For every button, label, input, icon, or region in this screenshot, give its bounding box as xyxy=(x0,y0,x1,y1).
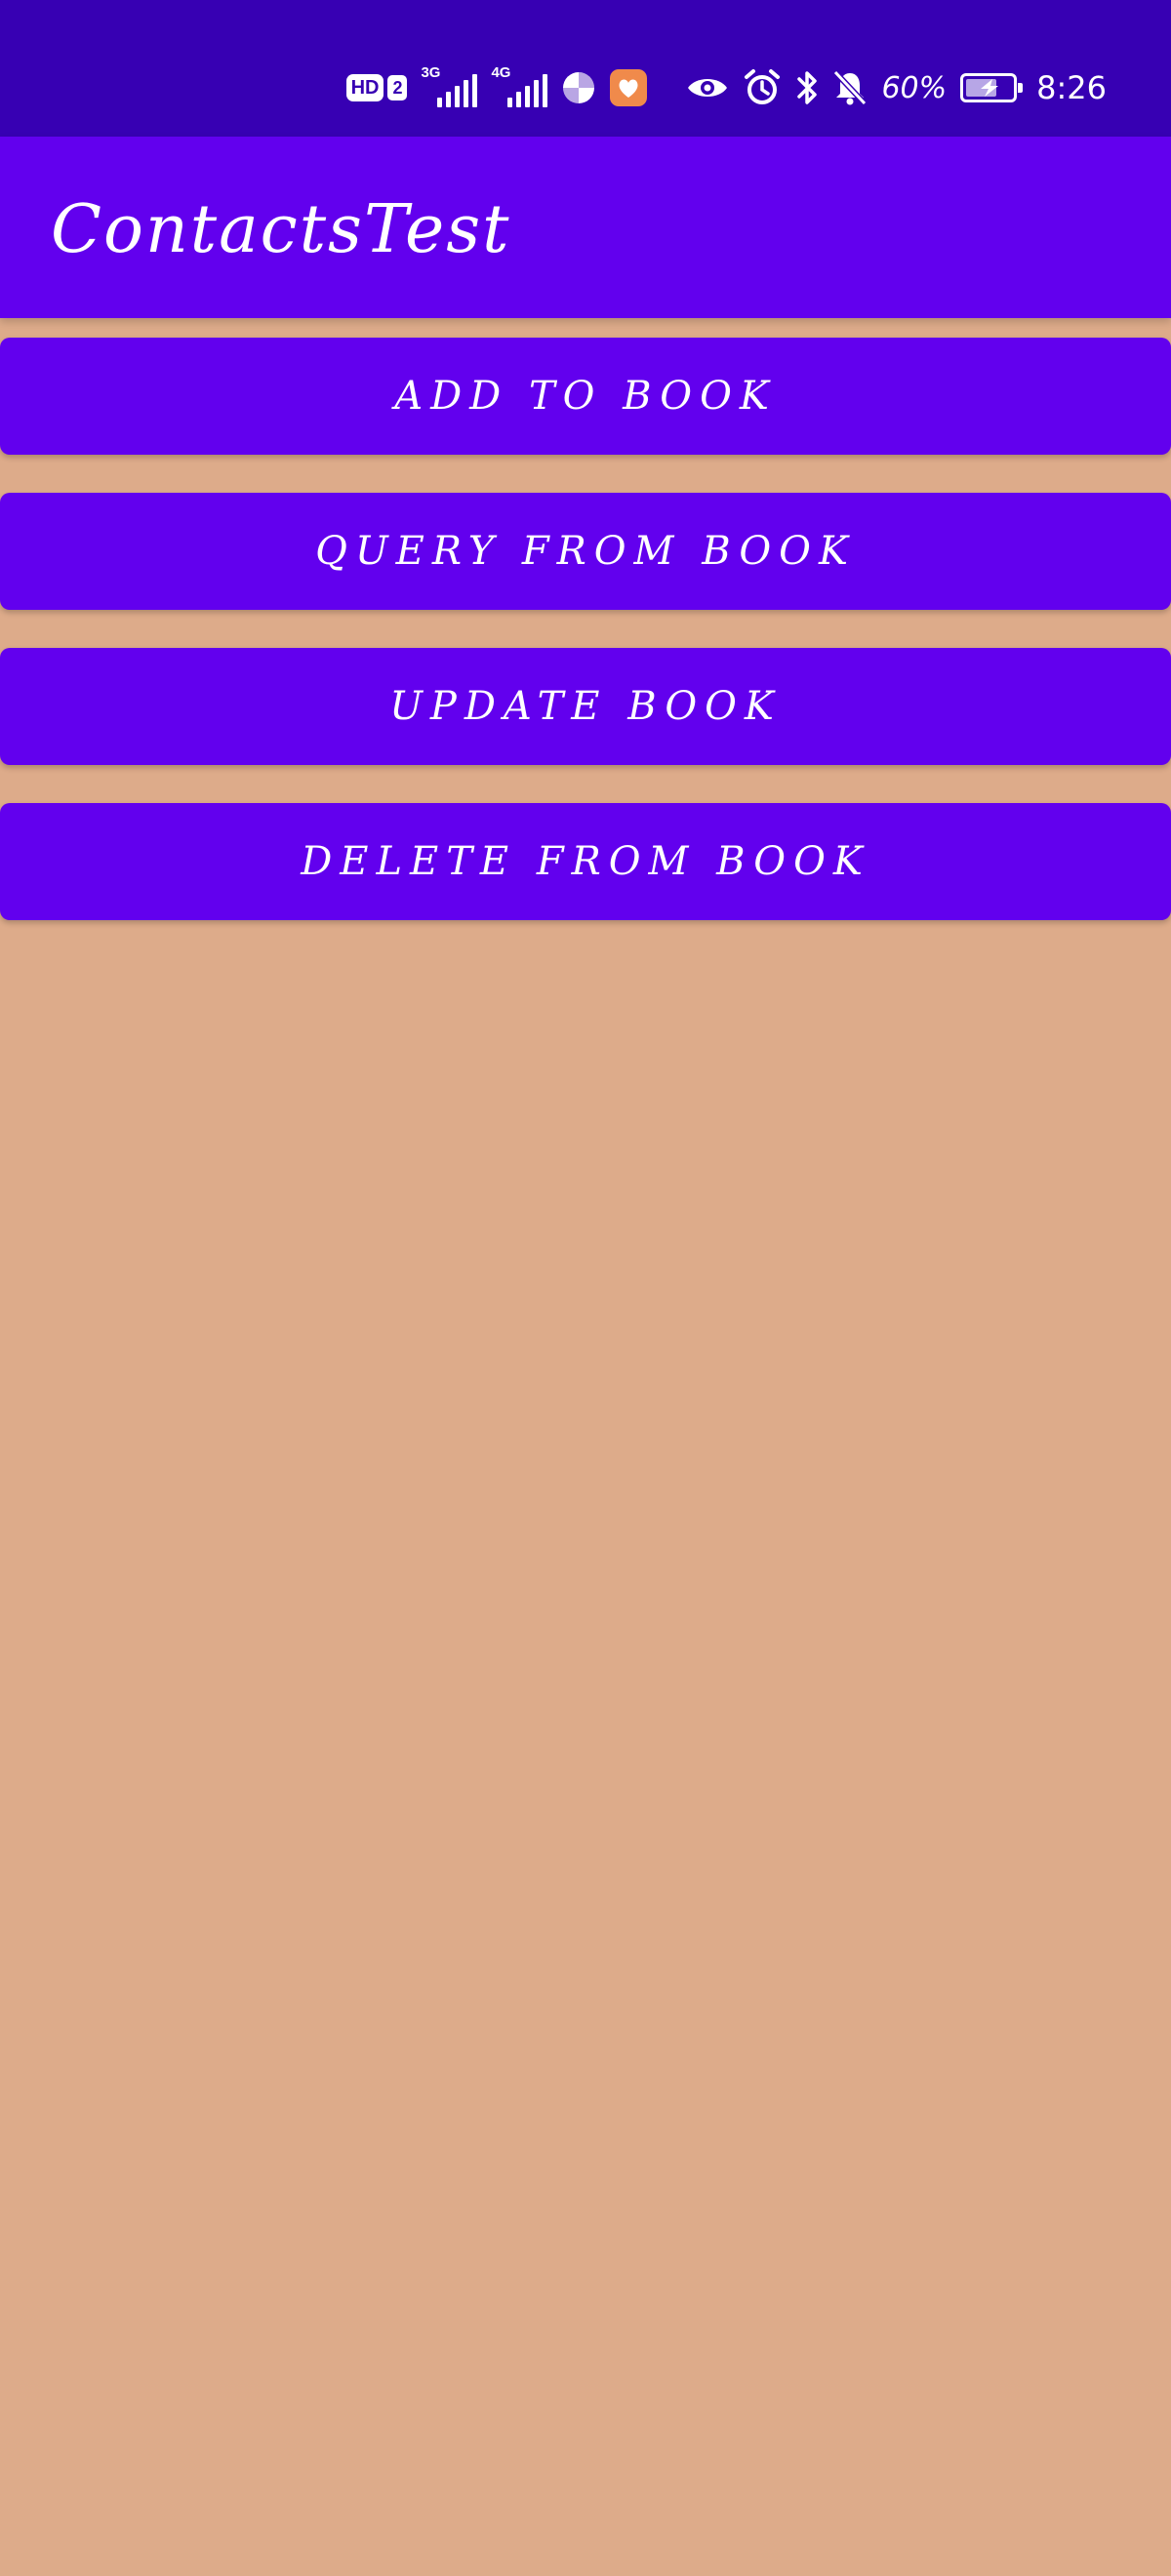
app-title: ContactsTest xyxy=(51,191,511,268)
battery-percent: 60% xyxy=(881,70,948,105)
query-from-book-button[interactable]: QUERY FROM BOOK xyxy=(0,493,1171,610)
status-bar: HD 2 3G 4G 60% 8:26 xyxy=(0,0,1171,137)
update-book-button[interactable]: UPDATE BOOK xyxy=(0,648,1171,765)
add-to-book-button[interactable]: ADD TO BOOK xyxy=(0,338,1171,455)
notifications-muted-icon xyxy=(832,69,868,106)
browser-app-icon xyxy=(561,70,596,105)
health-app-icon xyxy=(610,69,648,106)
app-bar: ContactsTest xyxy=(0,137,1171,318)
sim-2-icon: 2 xyxy=(387,75,408,101)
status-icons: HD 2 3G 4G 60% 8:26 xyxy=(345,62,1107,113)
hd-icon: HD 2 xyxy=(345,74,408,101)
delete-from-book-button[interactable]: DELETE FROM BOOK xyxy=(0,803,1171,920)
clock: 8:26 xyxy=(1036,69,1107,106)
hd-label: HD xyxy=(345,74,384,101)
eye-comfort-icon xyxy=(686,73,729,102)
bluetooth-icon xyxy=(795,69,819,106)
signal-3g-icon: 3G xyxy=(421,64,478,107)
battery-charging-icon xyxy=(960,73,1024,102)
alarm-icon xyxy=(743,68,782,107)
signal-4g-icon: 4G xyxy=(491,64,548,107)
